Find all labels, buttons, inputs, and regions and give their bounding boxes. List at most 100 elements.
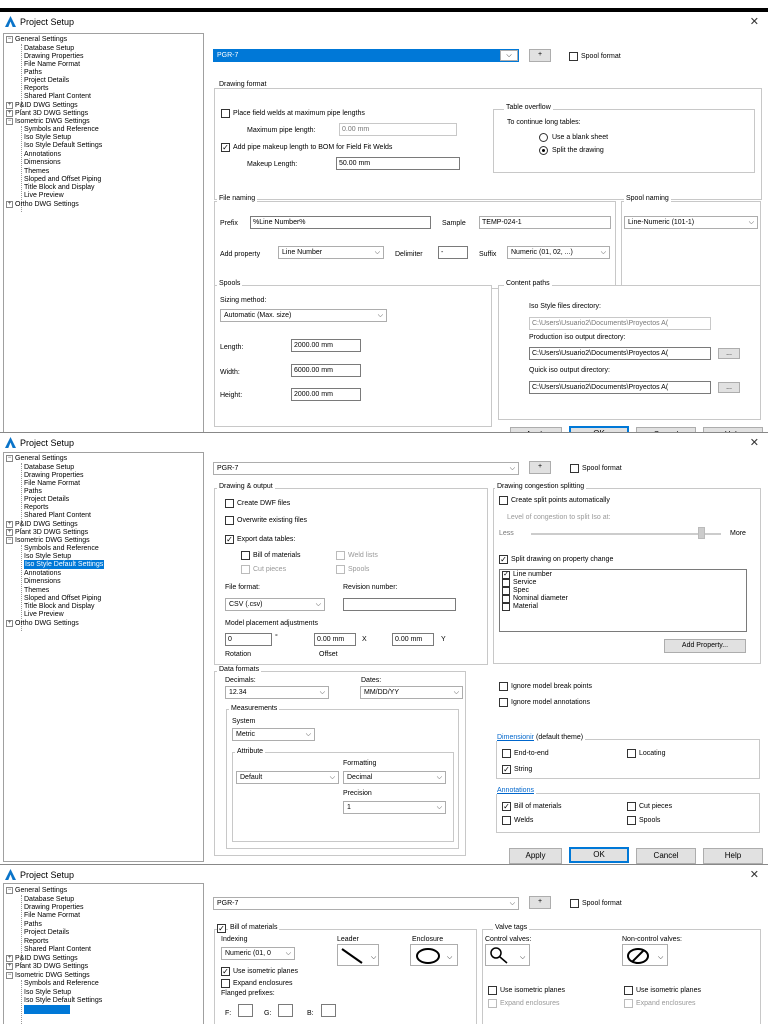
collapse-icon[interactable]: − xyxy=(6,36,13,43)
tree-project-details[interactable]: Project Details xyxy=(24,928,69,937)
collapse-icon[interactable]: − xyxy=(6,455,13,462)
offset-x-input[interactable]: 0.00 mm xyxy=(314,633,356,646)
split-drawing-radio[interactable] xyxy=(539,146,548,155)
split-on-property-checkbox[interactable]: ✓ xyxy=(499,555,508,564)
tree-iso-style-default-settings[interactable]: Iso Style Default Settings xyxy=(24,560,105,569)
ncv-use-iso-planes-checkbox[interactable] xyxy=(624,986,633,995)
tree-shared-plant-content[interactable]: Shared Plant Content xyxy=(24,92,91,101)
tree-selected-item[interactable]: Symbol Setup xyxy=(24,1005,70,1014)
cut-pieces-checkbox[interactable] xyxy=(241,565,250,574)
tree-iso-style-default-settings[interactable]: Iso Style Default Settings xyxy=(24,141,102,150)
settings-tree[interactable]: − General Settings Database Setup Drawin… xyxy=(3,452,204,862)
f-prefix-input[interactable] xyxy=(238,1004,253,1017)
production-path-input[interactable]: C:\Users\Usuario2\Documents\Proyectos A( xyxy=(529,347,711,360)
ann-spools-checkbox[interactable] xyxy=(627,816,636,825)
cancel-button[interactable]: Cancel xyxy=(636,848,696,864)
length-input[interactable]: 2000.00 mm xyxy=(291,339,361,352)
quick-browse-button[interactable]: ... xyxy=(718,382,740,393)
tree-shared-plant-content[interactable]: Shared Plant Content xyxy=(24,511,91,520)
property-checkbox[interactable] xyxy=(502,579,510,587)
add-pipe-makeup-checkbox[interactable]: ✓ xyxy=(221,143,230,152)
spool-format-checkbox[interactable] xyxy=(569,52,578,61)
collapse-icon[interactable]: − xyxy=(6,972,13,979)
attribute-combo[interactable]: Default ⌵ xyxy=(236,771,339,784)
expand-icon[interactable]: + xyxy=(6,963,13,970)
property-list[interactable]: ✓ Line number Service Spec Nominal diame… xyxy=(499,569,747,632)
collapse-icon[interactable]: − xyxy=(6,537,13,544)
tree-ortho-dwg-settings[interactable]: Ortho DWG Settings xyxy=(15,619,79,628)
g-prefix-input[interactable] xyxy=(278,1004,293,1017)
property-checkbox[interactable] xyxy=(502,587,510,595)
cv-use-iso-planes-checkbox[interactable] xyxy=(488,986,497,995)
offset-y-input[interactable]: 0.00 mm xyxy=(392,633,434,646)
tree-iso-style-default-settings[interactable]: Iso Style Default Settings xyxy=(24,996,102,1005)
max-pipe-length-input[interactable]: 0.00 mm xyxy=(339,123,457,136)
congestion-slider-track[interactable] xyxy=(531,533,721,535)
ann-welds-checkbox[interactable] xyxy=(502,816,511,825)
use-blank-sheet-radio[interactable] xyxy=(539,133,548,142)
height-input[interactable]: 2000.00 mm xyxy=(291,388,361,401)
tree-live-preview[interactable]: Live Preview xyxy=(24,610,64,619)
ann-cut-pieces-checkbox[interactable] xyxy=(627,802,636,811)
rotation-input[interactable]: 0 xyxy=(225,633,272,646)
spools-checkbox[interactable] xyxy=(336,565,345,574)
expand-icon[interactable]: + xyxy=(6,620,13,627)
string-checkbox[interactable]: ✓ xyxy=(502,765,511,774)
property-checkbox[interactable]: ✓ xyxy=(502,571,510,579)
annotations-link[interactable]: Annotations xyxy=(495,787,536,794)
congestion-slider-thumb[interactable] xyxy=(698,527,705,539)
leader-style-picker[interactable]: ⌵ xyxy=(337,944,379,966)
spool-format-checkbox[interactable] xyxy=(570,899,579,908)
spool-format-checkbox[interactable] xyxy=(570,464,579,473)
create-split-points-checkbox[interactable] xyxy=(499,496,508,505)
settings-tree[interactable]: − General Settings Database Setup Drawin… xyxy=(3,33,204,432)
place-field-welds-checkbox[interactable] xyxy=(221,109,230,118)
overwrite-existing-checkbox[interactable] xyxy=(225,516,234,525)
add-property-button[interactable]: Add Property... xyxy=(664,639,746,653)
export-data-tables-checkbox[interactable]: ✓ xyxy=(225,535,234,544)
close-icon[interactable]: ✕ xyxy=(750,436,759,449)
iso-style-combo[interactable]: PGR-7 xyxy=(213,49,519,62)
iso-style-combo[interactable]: PGR-7 ⌵ xyxy=(213,897,519,910)
control-valve-symbol-picker[interactable]: ⌵ xyxy=(485,944,530,966)
bom-enable-checkbox[interactable]: ✓ xyxy=(217,924,226,933)
indexing-combo[interactable]: Numeric (01, 0 ⌵ xyxy=(221,947,295,960)
expand-icon[interactable]: + xyxy=(6,529,13,536)
add-style-button[interactable]: + xyxy=(529,896,551,909)
quick-path-input[interactable]: C:\Users\Usuario2\Documents\Proyectos A( xyxy=(529,381,711,394)
spool-naming-combo[interactable]: Line-Numeric (101-1) ⌵ xyxy=(624,216,758,229)
formatting-combo[interactable]: Decimal ⌵ xyxy=(343,771,446,784)
expand-enclosures-checkbox[interactable] xyxy=(221,979,230,988)
tree-file-name-format[interactable]: File Name Format xyxy=(24,911,80,920)
expand-icon[interactable]: + xyxy=(6,110,13,117)
locating-checkbox[interactable] xyxy=(627,749,636,758)
ignore-annotations-checkbox[interactable] xyxy=(499,698,508,707)
bom-checkbox[interactable] xyxy=(241,551,250,560)
production-browse-button[interactable]: ... xyxy=(718,348,740,359)
settings-tree[interactable]: − General Settings Database Setup Drawin… xyxy=(3,883,204,1024)
sizing-method-combo[interactable]: Automatic (Max. size) ⌵ xyxy=(220,309,387,322)
tree-dimensions[interactable]: Dimensions xyxy=(24,158,61,167)
iso-style-combo[interactable]: PGR-7 ⌵ xyxy=(213,462,519,475)
create-dwf-checkbox[interactable] xyxy=(225,499,234,508)
tree-plant3d-dwg-settings[interactable]: Plant 3D DWG Settings xyxy=(15,962,88,971)
tree-live-preview[interactable]: Live Preview xyxy=(24,191,64,200)
dates-combo[interactable]: MM/DD/YY ⌵ xyxy=(360,686,463,699)
tree-shared-plant-content[interactable]: Shared Plant Content xyxy=(24,945,91,954)
close-icon[interactable]: ✕ xyxy=(750,15,759,28)
weld-lists-checkbox[interactable] xyxy=(336,551,345,560)
tree-general-settings[interactable]: General Settings xyxy=(15,886,67,895)
tree-ortho-dwg-settings[interactable]: Ortho DWG Settings xyxy=(15,200,79,209)
tree-general-settings[interactable]: General Settings xyxy=(15,454,67,463)
precision-combo[interactable]: 1 ⌵ xyxy=(343,801,446,814)
ok-button[interactable]: OK xyxy=(569,847,629,863)
makeup-length-input[interactable]: 50.00 mm xyxy=(336,157,460,170)
expand-icon[interactable]: + xyxy=(6,521,13,528)
prefix-input[interactable]: %Line Number% xyxy=(250,216,431,229)
decimals-combo[interactable]: 12.34 ⌵ xyxy=(225,686,329,699)
system-combo[interactable]: Metric ⌵ xyxy=(232,728,315,741)
delimiter-input[interactable]: - xyxy=(438,246,468,259)
expand-icon[interactable]: + xyxy=(6,955,13,962)
expand-icon[interactable]: + xyxy=(6,201,13,208)
end-to-end-checkbox[interactable] xyxy=(502,749,511,758)
